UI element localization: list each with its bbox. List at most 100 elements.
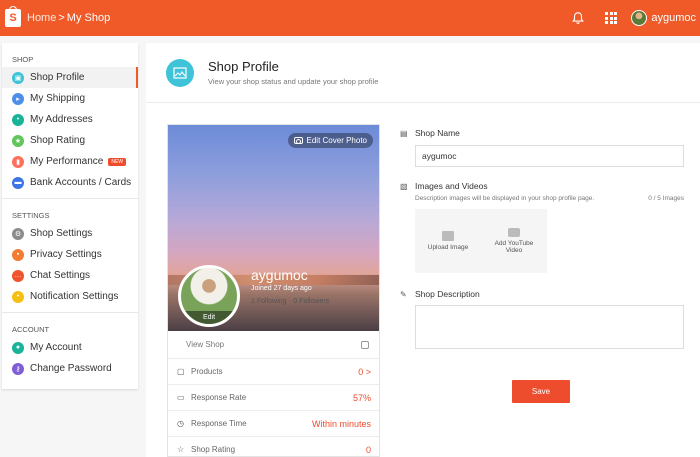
sidebar-item-label: My Addresses xyxy=(30,114,93,125)
truck-icon: ▸ xyxy=(12,92,24,105)
edit-cover-button[interactable]: Edit Cover Photo xyxy=(287,133,373,148)
stat-value: 0 xyxy=(365,444,371,455)
key-icon: ⚷ xyxy=(12,362,24,375)
sidebar-item-label: Privacy Settings xyxy=(30,249,102,260)
sidebar-section-title: SETTINGS xyxy=(12,211,50,220)
sidebar-item-shop-settings[interactable]: ⚙ Shop Settings xyxy=(2,223,138,244)
stat-row-products[interactable]: ▢ Products 0 > xyxy=(168,359,379,385)
page-subtitle: View your shop status and update your sh… xyxy=(208,77,379,86)
view-shop-label: View Shop xyxy=(186,340,225,349)
sidebar-item-label: Chat Settings xyxy=(30,270,91,281)
images-count: 0 / 5 Images xyxy=(648,195,684,202)
upload-image-label: Upload Image xyxy=(427,244,469,251)
stat-row-response-rate: ▭ Response Rate 57% xyxy=(168,385,379,411)
box-icon: ▢ xyxy=(177,366,185,376)
sidebar-item-shop-rating[interactable]: ★ Shop Rating xyxy=(2,130,138,151)
sidebar-item-label: Bank Accounts / Cards xyxy=(30,177,132,188)
external-link-icon xyxy=(361,340,369,349)
sidebar-item-label: Shop Rating xyxy=(30,135,86,146)
chat-icon: … xyxy=(12,269,24,282)
sidebar-item-label: Shop Settings xyxy=(30,228,93,239)
breadcrumb: Home > My Shop xyxy=(27,12,110,24)
shop-profile-card: Edit Cover Photo Edit aygumoc Joined 27 … xyxy=(167,124,380,457)
follow-counts: 1 Following 0 Followers xyxy=(251,298,334,305)
sidebar-item-my-shipping[interactable]: ▸ My Shipping xyxy=(2,88,138,109)
notification-bell-icon[interactable] xyxy=(571,11,585,25)
pencil-icon: ✎ xyxy=(400,289,407,299)
new-badge: NEW xyxy=(108,157,127,166)
stat-value: 0 > xyxy=(358,366,371,377)
joined-date: Joined 27 days ago xyxy=(251,285,312,292)
avatar-edit-button[interactable]: Edit xyxy=(181,311,237,324)
stat-value: Within minutes xyxy=(311,418,371,429)
edit-cover-label: Edit Cover Photo xyxy=(306,136,367,145)
page-title: Shop Profile xyxy=(208,59,279,74)
sidebar-section-title: SHOP xyxy=(12,55,34,64)
upload-image-button[interactable]: Upload Image xyxy=(423,231,473,251)
stat-label: Products xyxy=(191,367,223,376)
sidebar-item-label: My Shipping xyxy=(30,93,86,104)
stat-row-response-time: ◷ Response Time Within minutes xyxy=(168,411,379,437)
camera-icon xyxy=(293,137,303,144)
view-shop-link[interactable]: View Shop xyxy=(168,331,379,359)
save-button[interactable]: Save xyxy=(512,380,570,403)
card-icon: ▬ xyxy=(12,176,24,189)
gear-icon: ⚙ xyxy=(12,227,24,240)
breadcrumb-current: My Shop xyxy=(66,12,111,24)
shop-name-label: ▤ Shop Name xyxy=(400,128,685,138)
main-panel: Shop Profile View your shop status and u… xyxy=(146,43,700,457)
sidebar-item-label: Shop Profile xyxy=(30,72,85,83)
shop-description-textarea[interactable] xyxy=(415,305,684,349)
sidebar-item-my-performance[interactable]: ▮ My Performance NEW xyxy=(2,151,138,172)
top-actions: aygumoc xyxy=(571,0,700,36)
username[interactable]: aygumoc xyxy=(651,12,696,24)
images-videos-label-text: Images and Videos xyxy=(415,181,488,191)
sidebar-item-change-password[interactable]: ⚷ Change Password xyxy=(2,358,138,379)
sidebar-item-label: Notification Settings xyxy=(30,291,119,302)
sidebar-item-label: Change Password xyxy=(30,363,112,374)
store-icon: ▤ xyxy=(400,128,408,138)
images-description: Description images will be displayed in … xyxy=(415,195,684,203)
breadcrumb-home[interactable]: Home xyxy=(27,12,56,24)
sidebar-item-chat-settings[interactable]: … Chat Settings xyxy=(2,265,138,286)
stat-label: Response Rate xyxy=(191,393,247,402)
sidebar-item-shop-profile[interactable]: ▣ Shop Profile xyxy=(2,67,138,88)
image-upload-icon xyxy=(442,231,454,241)
followers-count: 0 Followers xyxy=(293,298,330,305)
top-navbar: S Home > My Shop aygumoc xyxy=(0,0,700,36)
shop-avatar[interactable]: Edit xyxy=(178,265,240,327)
sidebar-item-notification-settings[interactable]: • Notification Settings xyxy=(2,286,138,307)
user-avatar[interactable] xyxy=(631,10,648,26)
stat-label: Shop Rating xyxy=(191,445,236,454)
sidebar: SHOP ▣ Shop Profile ▸ My Shipping • My A… xyxy=(2,43,138,389)
shopee-logo-icon[interactable]: S xyxy=(5,6,21,27)
chat-bubble-icon: ▭ xyxy=(177,392,185,402)
logo-letter: S xyxy=(9,12,17,24)
user-icon: ● xyxy=(12,341,24,354)
stat-value: 57% xyxy=(352,392,371,403)
shop-name-input[interactable]: aygumoc xyxy=(415,145,684,167)
sidebar-item-label: My Performance xyxy=(30,156,104,167)
sidebar-item-bank-accounts[interactable]: ▬ Bank Accounts / Cards xyxy=(2,172,138,193)
apps-grid-icon[interactable] xyxy=(605,12,618,24)
lock-icon: ▪ xyxy=(12,248,24,261)
images-help-text: Description images will be displayed in … xyxy=(415,195,595,202)
sidebar-item-label: My Account xyxy=(30,342,82,353)
star-icon: ☆ xyxy=(177,444,185,454)
sidebar-item-my-addresses[interactable]: • My Addresses xyxy=(2,109,138,130)
map-pin-icon: • xyxy=(12,113,24,126)
page-header: Shop Profile View your shop status and u… xyxy=(146,43,700,103)
sidebar-item-privacy-settings[interactable]: ▪ Privacy Settings xyxy=(2,244,138,265)
shop-profile-icon: ▣ xyxy=(12,71,24,84)
shop-name-label-text: Shop Name xyxy=(415,128,460,138)
image-icon xyxy=(166,58,194,87)
add-video-label: Add YouTube Video xyxy=(494,240,534,254)
shop-description-label: ✎ Shop Description xyxy=(400,289,685,299)
sidebar-item-my-account[interactable]: ● My Account xyxy=(2,337,138,358)
image-icon: ▧ xyxy=(400,181,408,191)
bell-icon: • xyxy=(12,290,24,303)
add-youtube-video-button[interactable]: Add YouTube Video xyxy=(489,228,539,254)
following-count: 1 Following xyxy=(251,298,287,305)
star-icon: ★ xyxy=(12,134,24,147)
chart-icon: ▮ xyxy=(12,155,24,168)
